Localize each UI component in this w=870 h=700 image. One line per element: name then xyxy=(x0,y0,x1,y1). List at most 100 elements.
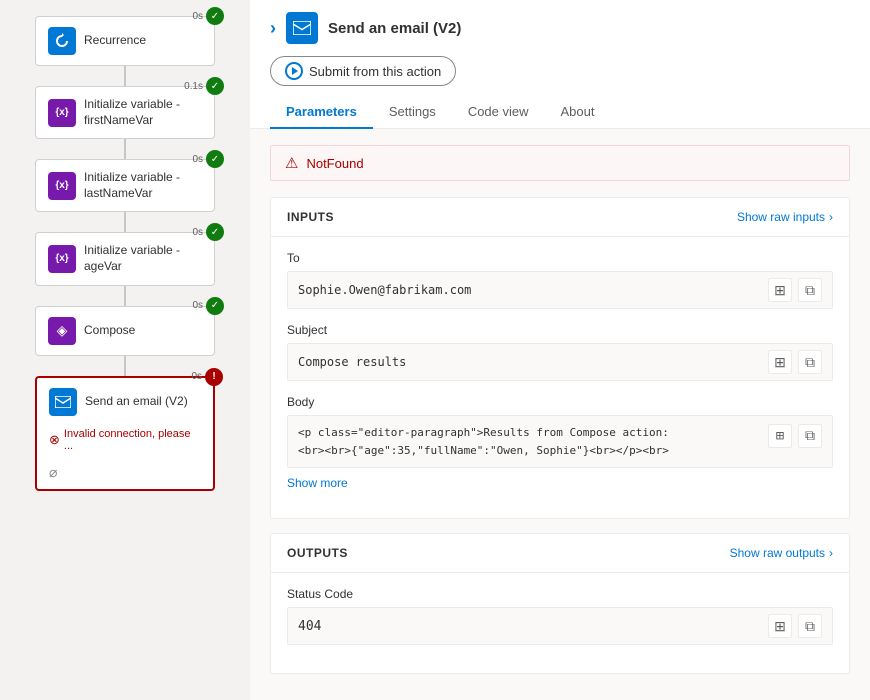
inputs-section-body: To Sophie.Owen@fabrikam.com ⊞ ⧉ Subject … xyxy=(271,237,849,518)
compose-label: Compose xyxy=(84,323,135,339)
to-copy-icon-btn[interactable]: ⧉ xyxy=(798,278,822,302)
subject-grid-icon-btn[interactable]: ⊞ xyxy=(768,350,792,374)
init-firstname-label: Initialize variable - firstNameVar xyxy=(84,97,202,128)
compose-badge: 0s ✓ xyxy=(192,297,224,315)
show-raw-inputs-link[interactable]: Show raw inputs › xyxy=(737,210,833,224)
not-found-banner: ⚠ NotFound xyxy=(270,145,850,181)
node-init-age[interactable]: {x} Initialize variable - ageVar 0s ✓ xyxy=(35,232,215,285)
compose-icon: ◈ xyxy=(48,317,76,345)
show-more-link[interactable]: Show more xyxy=(287,468,833,490)
status-code-value-row: 404 ⊞ ⧉ xyxy=(287,607,833,645)
not-found-text: NotFound xyxy=(306,156,363,171)
to-field-group: To Sophie.Owen@fabrikam.com ⊞ ⧉ xyxy=(287,251,833,309)
node-recurrence[interactable]: Recurrence 0s ✓ xyxy=(35,16,215,66)
tab-parameters[interactable]: Parameters xyxy=(270,98,373,129)
to-label: To xyxy=(287,251,833,265)
init-age-success-icon: ✓ xyxy=(206,223,224,241)
submit-btn-label: Submit from this action xyxy=(309,64,441,79)
chevron-right-icon: › xyxy=(829,210,833,224)
status-code-label: Status Code xyxy=(287,587,833,601)
send-email-link-icon: ⌀ xyxy=(49,464,57,481)
init-firstname-time: 0.1s xyxy=(184,81,203,92)
body-grid-icon-btn[interactable]: ⊞ xyxy=(768,424,792,448)
send-email-icon xyxy=(49,388,77,416)
send-email-error-icon: ! xyxy=(205,368,223,386)
init-firstname-success-icon: ✓ xyxy=(206,77,224,95)
init-age-label: Initialize variable - ageVar xyxy=(84,243,202,274)
send-email-time: 0s xyxy=(191,371,202,382)
tab-settings[interactable]: Settings xyxy=(373,98,452,129)
tab-codeview[interactable]: Code view xyxy=(452,98,545,129)
subject-value-row: Compose results ⊞ ⧉ xyxy=(287,343,833,381)
subject-value: Compose results xyxy=(298,355,768,369)
node-init-lastname[interactable]: {x} Initialize variable - lastNameVar 0s… xyxy=(35,159,215,212)
subject-label: Subject xyxy=(287,323,833,337)
right-panel: › Send an email (V2) Submit from this ac… xyxy=(250,0,870,700)
action-title-row: › Send an email (V2) xyxy=(270,12,850,44)
init-firstname-badge: 0.1s ✓ xyxy=(184,77,224,95)
init-age-time: 0s xyxy=(192,227,203,238)
body-text: <p class="editor-paragraph">Results from… xyxy=(298,424,768,459)
warning-icon: ⚠ xyxy=(285,154,298,172)
inputs-section: INPUTS Show raw inputs › To Sophie.Owen@… xyxy=(270,197,850,519)
inputs-section-header: INPUTS Show raw inputs › xyxy=(271,198,849,237)
expand-button[interactable]: › xyxy=(270,18,276,39)
connector-3 xyxy=(124,212,126,232)
action-icon xyxy=(286,12,318,44)
action-title: Send an email (V2) xyxy=(328,20,461,37)
status-code-copy-icon-btn[interactable]: ⧉ xyxy=(798,614,822,638)
init-lastname-time: 0s xyxy=(192,154,203,165)
outputs-title: OUTPUTS xyxy=(287,546,348,560)
init-age-badge: 0s ✓ xyxy=(192,223,224,241)
init-age-icon: {x} xyxy=(48,245,76,273)
compose-time: 0s xyxy=(192,300,203,311)
left-panel: Recurrence 0s ✓ {x} Initialize variable … xyxy=(0,0,250,700)
show-raw-outputs-link[interactable]: Show raw outputs › xyxy=(730,546,833,560)
body-label: Body xyxy=(287,395,833,409)
recurrence-label: Recurrence xyxy=(84,33,146,49)
recurrence-badge: 0s ✓ xyxy=(192,7,224,25)
node-send-email[interactable]: Send an email (V2) 0s ! ⊗ Invalid connec… xyxy=(35,376,215,491)
to-value: Sophie.Owen@fabrikam.com xyxy=(298,283,768,297)
init-lastname-icon: {x} xyxy=(48,172,76,200)
subject-field-group: Subject Compose results ⊞ ⧉ xyxy=(287,323,833,381)
recurrence-icon xyxy=(48,27,76,55)
init-lastname-label: Initialize variable - lastNameVar xyxy=(84,170,202,201)
body-field-group: Body <p class="editor-paragraph">Results… xyxy=(287,395,833,490)
content-area: ⚠ NotFound INPUTS Show raw inputs › To S… xyxy=(250,129,870,700)
status-code-field-actions: ⊞ ⧉ xyxy=(768,614,822,638)
connector-5 xyxy=(124,356,126,376)
recurrence-success-icon: ✓ xyxy=(206,7,224,25)
compose-success-icon: ✓ xyxy=(206,297,224,315)
recurrence-time: 0s xyxy=(192,11,203,22)
body-copy-icon-btn[interactable]: ⧉ xyxy=(798,424,822,448)
subject-field-actions: ⊞ ⧉ xyxy=(768,350,822,374)
node-compose[interactable]: ◈ Compose 0s ✓ xyxy=(35,306,215,356)
send-email-label: Send an email (V2) xyxy=(85,394,188,410)
submit-play-icon xyxy=(285,62,303,80)
init-lastname-badge: 0s ✓ xyxy=(192,150,224,168)
tab-about[interactable]: About xyxy=(545,98,611,129)
inputs-title: INPUTS xyxy=(287,210,334,224)
subject-copy-icon-btn[interactable]: ⧉ xyxy=(798,350,822,374)
body-field-actions: ⊞ ⧉ xyxy=(768,424,822,448)
init-lastname-success-icon: ✓ xyxy=(206,150,224,168)
to-value-row: Sophie.Owen@fabrikam.com ⊞ ⧉ xyxy=(287,271,833,309)
status-code-field-group: Status Code 404 ⊞ ⧉ xyxy=(287,587,833,645)
init-firstname-icon: {x} xyxy=(48,99,76,127)
send-email-error-msg: ⊗ Invalid connection, please ... xyxy=(49,428,201,452)
status-code-value: 404 xyxy=(298,619,768,634)
outputs-section-body: Status Code 404 ⊞ ⧉ xyxy=(271,573,849,673)
to-field-actions: ⊞ ⧉ xyxy=(768,278,822,302)
submit-from-action-button[interactable]: Submit from this action xyxy=(270,56,456,86)
outputs-chevron-right-icon: › xyxy=(829,546,833,560)
node-init-firstname[interactable]: {x} Initialize variable - firstNameVar 0… xyxy=(35,86,215,139)
outputs-section-header: OUTPUTS Show raw outputs › xyxy=(271,534,849,573)
body-value-row: <p class="editor-paragraph">Results from… xyxy=(287,415,833,468)
status-code-grid-icon-btn[interactable]: ⊞ xyxy=(768,614,792,638)
to-grid-icon-btn[interactable]: ⊞ xyxy=(768,278,792,302)
right-header: › Send an email (V2) Submit from this ac… xyxy=(250,0,870,129)
tabs-container: Parameters Settings Code view About xyxy=(270,98,850,128)
body-code: <p class="editor-paragraph">Results from… xyxy=(298,424,822,459)
send-email-badge: 0s ! xyxy=(191,368,223,386)
